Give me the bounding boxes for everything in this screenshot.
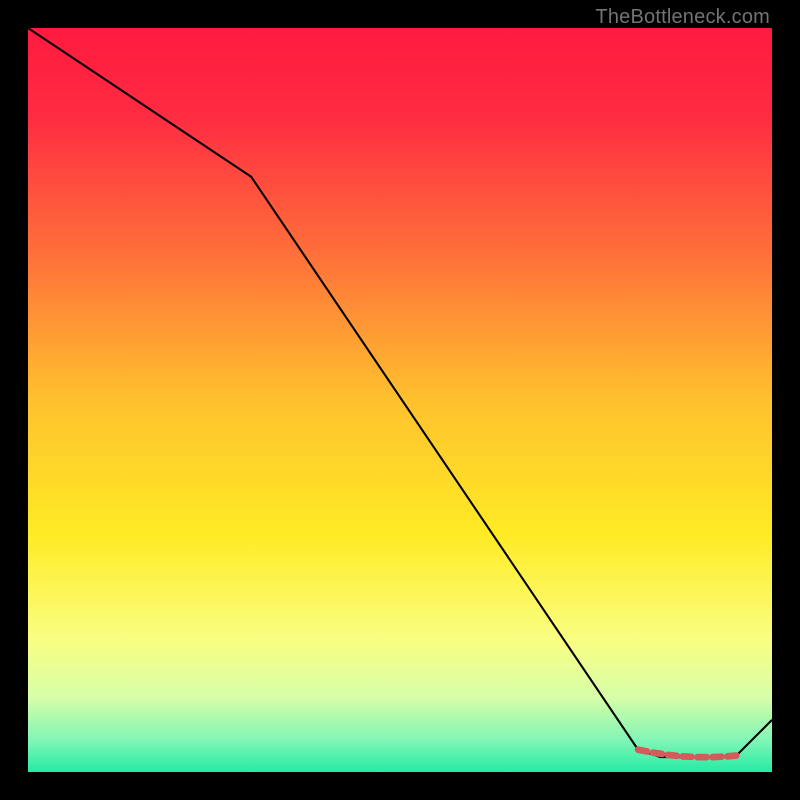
chart-canvas	[28, 28, 772, 772]
heat-background	[28, 28, 772, 772]
chart-frame: TheBottleneck.com	[0, 0, 800, 800]
credit-text: TheBottleneck.com	[595, 6, 770, 29]
